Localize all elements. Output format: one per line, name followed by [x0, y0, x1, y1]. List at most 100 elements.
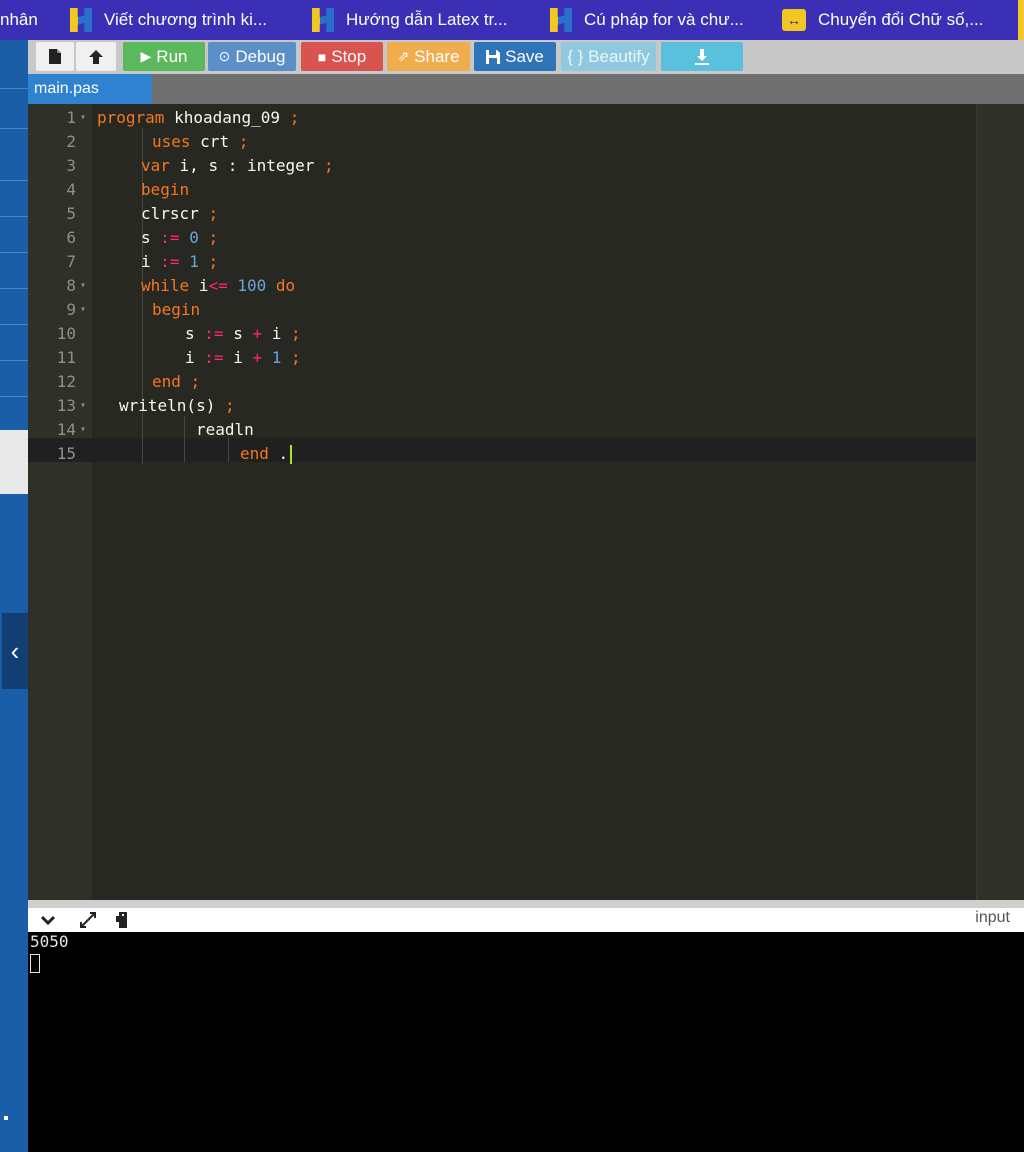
code-editor[interactable]: 1 2 3 4 5 6 7 8 9 10 11 12 13 14 15 ▾ ▾ …	[28, 104, 1024, 900]
fold-arrow-icon[interactable]: ▾	[80, 106, 86, 130]
code-line: end .	[240, 442, 293, 466]
sidebar-divider	[0, 252, 28, 253]
identifier: writeln(s)	[119, 396, 216, 415]
code-line: i := 1 ;	[141, 250, 218, 274]
identifier: s	[233, 324, 243, 343]
save-button[interactable]: Save	[474, 42, 556, 71]
identifier: crt	[200, 132, 230, 151]
identifier: i	[141, 252, 151, 271]
identifier: i	[233, 348, 243, 367]
terminal-output[interactable]: 5050	[28, 932, 1024, 1152]
share-icon: ⇗	[397, 48, 410, 64]
bookmark-label: nhân	[0, 10, 38, 29]
file-tab-bar: main.pas	[28, 74, 1024, 104]
number: 100	[237, 276, 267, 295]
line-number: 14	[56, 420, 76, 439]
operator: :=	[160, 252, 180, 271]
bookmark-item[interactable]: Hướng dẫn Latex tr...	[312, 0, 507, 40]
keyword: begin	[152, 300, 201, 319]
new-file-button[interactable]	[36, 42, 74, 71]
play-icon: ▶	[140, 48, 152, 64]
debug-label: Debug	[235, 46, 286, 66]
fold-arrow-icon[interactable]: ▾	[80, 298, 86, 322]
debug-button[interactable]: ⊙ Debug	[208, 42, 296, 71]
line-number: 1	[66, 108, 76, 127]
keyword: begin	[141, 180, 190, 199]
h-logo-icon	[550, 8, 572, 32]
code-line: s := s + i ;	[185, 322, 301, 346]
upload-button[interactable]	[76, 42, 116, 71]
code-line: clrscr ;	[141, 202, 218, 226]
fold-arrow-icon[interactable]: ▾	[80, 394, 86, 418]
line-number: 9	[66, 300, 76, 319]
line-number: 13	[56, 396, 76, 415]
keyword: var	[141, 156, 170, 175]
operator: +	[252, 348, 263, 367]
line-number: 15	[56, 444, 76, 463]
beautify-label: { } Beautify	[567, 46, 650, 66]
save-label: Save	[505, 46, 544, 66]
code-line: begin	[152, 298, 200, 322]
code-line: uses crt ;	[152, 130, 248, 154]
h-logo-icon	[312, 8, 334, 32]
number: 0	[189, 228, 199, 247]
keyword: uses	[152, 132, 191, 151]
active-line-highlight	[28, 438, 976, 462]
run-label: Run	[156, 46, 188, 66]
punctuation: ;	[224, 396, 235, 415]
bookmark-label: Cú pháp for và chư...	[584, 10, 744, 29]
sidebar-divider	[0, 88, 28, 89]
line-number: 5	[66, 204, 76, 223]
download-button[interactable]	[661, 42, 743, 71]
sidebar-collapse-button[interactable]: ‹	[2, 613, 28, 689]
number: 1	[271, 348, 282, 367]
clear-terminal-icon[interactable]	[114, 908, 132, 932]
line-number: 11	[56, 348, 76, 367]
punctuation: ;	[208, 252, 219, 271]
keyword: end	[240, 444, 269, 463]
stop-button[interactable]: ■ Stop	[301, 42, 383, 71]
line-number: 12	[56, 372, 76, 391]
beautify-button[interactable]: { } Beautify	[561, 42, 656, 71]
keyword: program	[97, 108, 165, 127]
share-button[interactable]: ⇗ Share	[387, 42, 470, 71]
expand-icon[interactable]	[78, 908, 98, 932]
bookmark-item[interactable]: nhân	[0, 0, 38, 40]
input-tab[interactable]: input	[975, 908, 1010, 932]
sidebar-panel	[0, 430, 28, 494]
sidebar-divider	[0, 360, 28, 361]
file-icon	[49, 49, 61, 64]
left-sidebar: ‹	[0, 40, 28, 1152]
sidebar-divider	[0, 324, 28, 325]
bookmark-item[interactable]: Viết chương trình ki...	[70, 0, 267, 40]
operator: :=	[204, 348, 224, 367]
bookmark-item[interactable]: ↔ Chuyển đổi Chữ số,...	[782, 0, 983, 40]
text-cursor	[290, 445, 293, 464]
line-number: 6	[66, 228, 76, 247]
bookmark-item[interactable]: Cú pháp for và chư...	[550, 0, 744, 40]
tab-main-pas[interactable]: main.pas	[28, 74, 152, 104]
sidebar-divider	[0, 396, 28, 397]
code-area[interactable]	[92, 104, 976, 900]
chevron-down-icon[interactable]	[40, 908, 56, 932]
cloud-upload-icon	[89, 49, 103, 64]
punctuation: ;	[289, 108, 300, 127]
identifier: i, s : integer	[179, 156, 315, 175]
run-button[interactable]: ▶ Run	[123, 42, 205, 71]
download-icon	[695, 48, 709, 65]
identifier: readln	[196, 420, 254, 439]
sidebar-divider	[0, 180, 28, 181]
code-line: while i<= 100 do	[141, 274, 295, 298]
code-line: s := 0 ;	[141, 226, 218, 250]
code-line: writeln(s) ;	[119, 394, 235, 418]
fold-arrow-icon[interactable]: ▾	[80, 418, 86, 442]
bookmark-overflow[interactable]	[1018, 0, 1024, 40]
floppy-disk-icon	[486, 49, 501, 64]
print-margin	[976, 104, 1024, 900]
operator: :=	[160, 228, 180, 247]
terminal-resize-handle[interactable]	[28, 900, 1024, 908]
punctuation: ;	[324, 156, 334, 175]
number: 1	[189, 252, 199, 271]
sidebar-divider	[0, 128, 28, 129]
fold-arrow-icon[interactable]: ▾	[80, 274, 86, 298]
